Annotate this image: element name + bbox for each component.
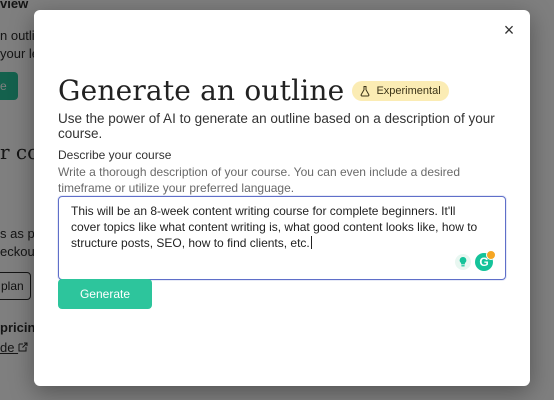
close-icon: × <box>503 20 515 40</box>
grammarly-icon[interactable]: G <box>475 250 496 271</box>
experimental-badge: Experimental <box>352 80 449 101</box>
lightbulb-icon[interactable] <box>455 254 471 270</box>
modal-title: Generate an outline <box>58 74 345 107</box>
writing-assistant-widget[interactable]: G <box>455 250 496 271</box>
generate-outline-modal: × Generate an outline Experimental Use t… <box>34 10 530 386</box>
modal-header: Generate an outline Experimental <box>58 74 449 107</box>
course-description-help: Write a thorough description of your cou… <box>58 165 461 195</box>
badge-label: Experimental <box>376 84 441 97</box>
generate-button[interactable]: Generate <box>58 279 152 309</box>
notification-dot <box>486 250 496 260</box>
course-description-label: Describe your course <box>58 148 172 162</box>
text-caret <box>310 236 312 249</box>
course-description-value: This will be an 8-week content writing c… <box>71 204 478 250</box>
flask-icon <box>361 85 370 96</box>
close-button[interactable]: × <box>500 21 518 39</box>
course-description-input[interactable]: This will be an 8-week content writing c… <box>58 196 506 280</box>
modal-subtitle: Use the power of AI to generate an outli… <box>58 111 495 141</box>
